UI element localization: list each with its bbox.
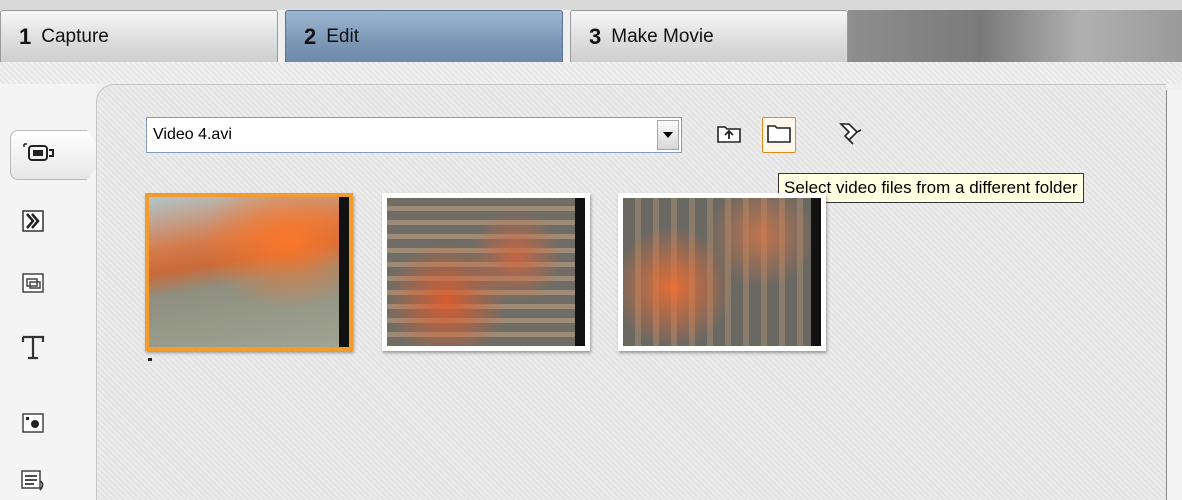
clip-image — [623, 198, 821, 346]
mode-tabs: 1 Capture 2 Edit 3 Make Movie — [0, 6, 1182, 62]
chevron-down-icon[interactable] — [657, 120, 679, 150]
tab-make-movie[interactable]: 3 Make Movie — [570, 10, 848, 62]
still-images-icon — [21, 272, 45, 299]
source-file-dropdown[interactable]: Video 4.avi — [146, 117, 682, 153]
sound-effects-tab[interactable] — [14, 408, 52, 442]
tab-edit[interactable]: 2 Edit — [285, 10, 563, 62]
video-clips-tab[interactable] — [10, 130, 106, 180]
transitions-icon — [21, 209, 45, 238]
sound-effects-icon — [21, 412, 45, 439]
clip-image — [149, 197, 349, 347]
tab-number: 2 — [304, 23, 317, 49]
menus-tab[interactable] — [14, 466, 52, 500]
clip-thumbnail[interactable] — [618, 193, 826, 351]
tab-number: 3 — [589, 23, 602, 49]
clip-thumbnail[interactable] — [382, 193, 590, 351]
transitions-tab[interactable] — [14, 206, 52, 240]
video-clips-icon — [21, 141, 55, 170]
album-sidebar — [0, 84, 106, 500]
folder-up-icon — [716, 122, 742, 149]
titles-icon — [20, 333, 46, 366]
source-file-value: Video 4.avi — [153, 126, 232, 143]
tab-label: Capture — [41, 25, 109, 47]
selection-marker — [148, 358, 152, 361]
folder-up-button[interactable] — [712, 117, 746, 153]
folder-icon — [766, 122, 792, 149]
tab-capture[interactable]: 1 Capture — [0, 10, 278, 62]
titles-tab[interactable] — [14, 332, 52, 366]
tab-bar-background — [848, 10, 1182, 62]
tab-number: 1 — [19, 23, 32, 49]
tab-label: Make Movie — [611, 25, 714, 47]
header-band — [0, 62, 1182, 84]
panel-right-edge — [1166, 90, 1182, 500]
scene-detect-icon — [835, 120, 863, 151]
select-folder-button[interactable] — [762, 117, 796, 153]
clip-image — [387, 198, 585, 346]
menus-icon — [20, 468, 46, 499]
still-images-tab[interactable] — [14, 268, 52, 302]
scene-detect-button[interactable] — [832, 117, 866, 153]
clip-thumbnail[interactable] — [145, 193, 353, 351]
tab-label: Edit — [326, 25, 359, 47]
